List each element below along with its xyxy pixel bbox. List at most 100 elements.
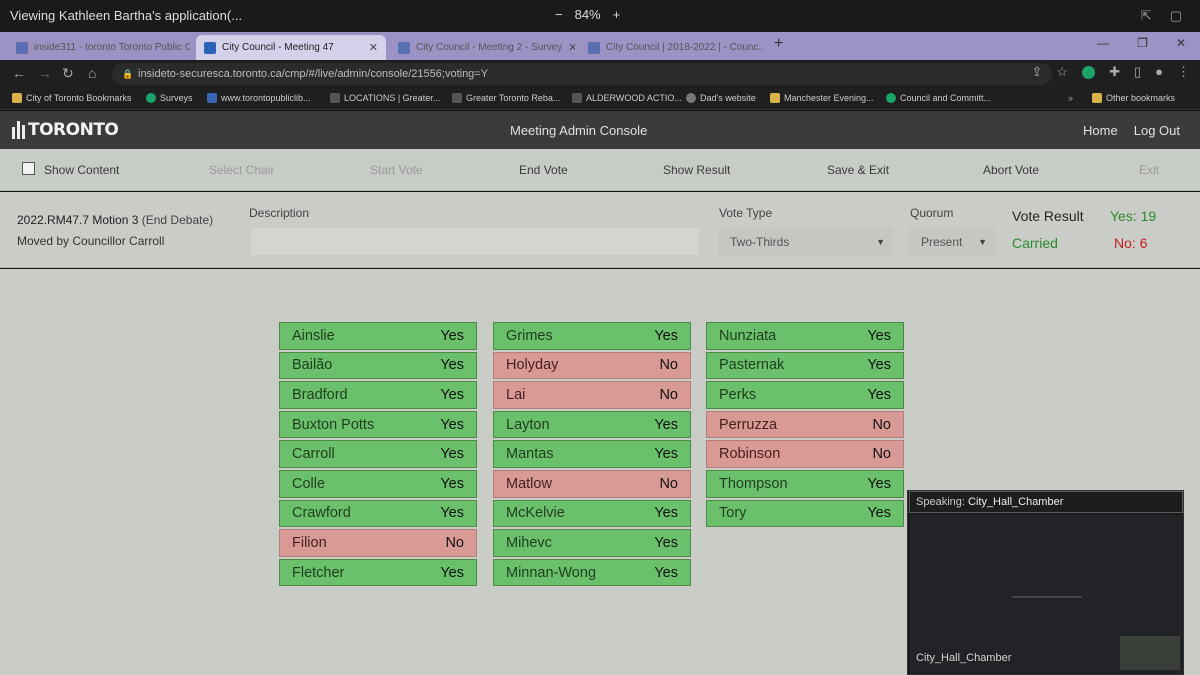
vote-value: Yes [440,386,464,403]
bookmark-item[interactable]: Surveys [146,93,193,103]
councillor-name: Lai [506,386,526,403]
speaking-name: City_Hall_Chamber [968,496,1064,508]
bookmark-item[interactable]: www.torontopubliclib... [207,93,311,103]
star-icon[interactable]: ☆ [1056,64,1068,80]
bookmark-icon [207,93,217,103]
tab-label: City Council - Meeting 47 [222,42,334,53]
vote-row: Mantas Yes [493,440,691,468]
extension-icon[interactable] [1082,66,1096,79]
show-content-label[interactable]: Show Content [44,163,119,177]
councillor-name: Colle [292,475,326,492]
bookmark-label: Dad's website [700,93,756,103]
vote-row: Bailão Yes [279,351,477,380]
bookmark-item[interactable]: Council and Committ... [886,93,991,103]
home-link[interactable]: Home [1083,123,1118,138]
vote-row: Fletcher Yes [279,558,477,587]
councillor-name: Buxton Potts [292,416,375,433]
bookmark-label: Surveys [160,93,193,103]
browser-tab[interactable]: City Council | 2018-2022 | - Counc... ✕ [580,35,765,60]
vote-row: Matlow No [493,469,691,498]
vote-value: Yes [867,357,891,374]
bookmark-icon [770,93,780,103]
select-chair-button[interactable]: Select Chair [209,163,274,177]
vote-row: Layton Yes [493,410,691,439]
vote-row: Minnan-Wong Yes [493,558,691,587]
exit-button[interactable]: Exit [1139,163,1159,177]
window-close-icon[interactable]: ✕ [1176,36,1186,50]
minimize-icon[interactable]: — [1097,36,1109,50]
vote-row: Thompson Yes [706,469,904,498]
vote-row: Lai No [493,381,691,409]
bookmarks-overflow-icon[interactable]: » [1068,93,1073,103]
quorum-select[interactable]: Present ▼ [909,227,995,257]
bookmark-item[interactable]: City of Toronto Bookmarks [12,93,131,103]
end-vote-button[interactable]: End Vote [519,163,568,177]
moved-by: Moved by Councillor Carroll [17,234,165,248]
quorum-value: Present [921,235,963,249]
forward-icon[interactable]: → [38,65,52,81]
bookmark-item[interactable]: Other bookmarks [1092,93,1175,103]
councillor-name: Bailão [292,357,333,374]
remote-control-icon[interactable]: ⇱ [1141,8,1152,24]
maximize-icon[interactable]: ❐ [1137,36,1148,50]
abort-vote-button[interactable]: Abort Vote [983,163,1039,177]
vote-value: No [659,357,678,374]
window-icon[interactable]: ▢ [1170,8,1182,24]
bookmark-item[interactable]: LOCATIONS | Greater... [330,93,440,103]
vote-type-value: Two-Thirds [730,235,790,249]
bookmarks-bar: City of Toronto Bookmarks Surveys www.to… [0,88,1200,110]
councillor-name: Layton [506,416,550,433]
home-icon[interactable]: ⌂ [88,65,96,81]
bookmark-item[interactable]: Greater Toronto Reba... [452,93,560,103]
councillor-name: Mihevc [506,534,552,551]
reload-icon[interactable]: ↻ [62,65,74,82]
vote-type-select[interactable]: Two-Thirds ▼ [718,227,893,257]
bookmark-item[interactable]: Manchester Evening... [770,93,874,103]
browser-tab-active[interactable]: City Council - Meeting 47 ✕ [196,35,386,60]
description-field[interactable] [251,228,699,255]
show-result-button[interactable]: Show Result [663,163,730,177]
new-tab-icon[interactable]: + [774,35,783,53]
vote-row: Crawford Yes [279,499,477,528]
vote-row: Bradford Yes [279,381,477,409]
close-icon[interactable]: ✕ [369,41,378,54]
browser-tab[interactable]: inside311 - toronto Toronto Public C... … [8,35,190,60]
start-vote-button[interactable]: Start Vote [370,163,423,177]
bookmark-item[interactable]: ALDERWOOD ACTIO... [572,93,682,103]
vote-row: Carroll Yes [279,440,477,468]
back-icon[interactable]: ← [12,65,26,81]
bookmark-label: Council and Committ... [900,93,992,103]
share-title: Viewing Kathleen Bartha's application(..… [10,8,243,23]
puzzle-icon[interactable]: ✚ [1109,64,1120,80]
vote-value: Yes [440,475,464,492]
vote-value: No [659,386,678,403]
browser-tab[interactable]: City Council - Meeting 2 - Survey ✕ [390,35,575,60]
councillor-name: Holyday [506,357,559,374]
councillor-name: Ainslie [292,327,335,344]
vote-row: Perruzza No [706,410,904,439]
close-icon[interactable]: ✕ [568,41,575,54]
show-content-checkbox[interactable] [22,162,35,175]
bookmark-item[interactable]: Dad's website [686,93,756,103]
quorum-label: Quorum [910,206,954,220]
councillor-name: Pasternak [719,357,785,374]
zoom-out-button[interactable]: − [555,7,563,22]
share-icon[interactable]: ⇪ [1032,64,1043,80]
address-bar[interactable]: 🔒 insideto-securesca.toronto.ca/cmp/#/li… [112,63,1052,85]
save-exit-button[interactable]: Save & Exit [827,163,889,177]
vote-value: Yes [654,327,678,344]
vote-value: Yes [440,564,464,581]
vote-row: Holyday No [493,351,691,380]
browser-tabbar: inside311 - toronto Toronto Public C... … [0,32,1200,60]
zoom-in-button[interactable]: + [613,7,621,22]
logout-link[interactable]: Log Out [1134,123,1180,138]
yes-count: Yes: 19 [1110,208,1157,224]
toronto-logo[interactable]: TORONTO [12,120,119,140]
folder-icon [1092,93,1102,103]
vote-row: Perks Yes [706,381,904,409]
vote-row: Filion No [279,529,477,557]
bookmark-icon [572,93,582,103]
menu-icon[interactable]: ⋮ [1177,64,1190,80]
sidepanel-icon[interactable]: ▯ [1134,64,1141,80]
profile-icon[interactable]: ● [1155,64,1163,80]
